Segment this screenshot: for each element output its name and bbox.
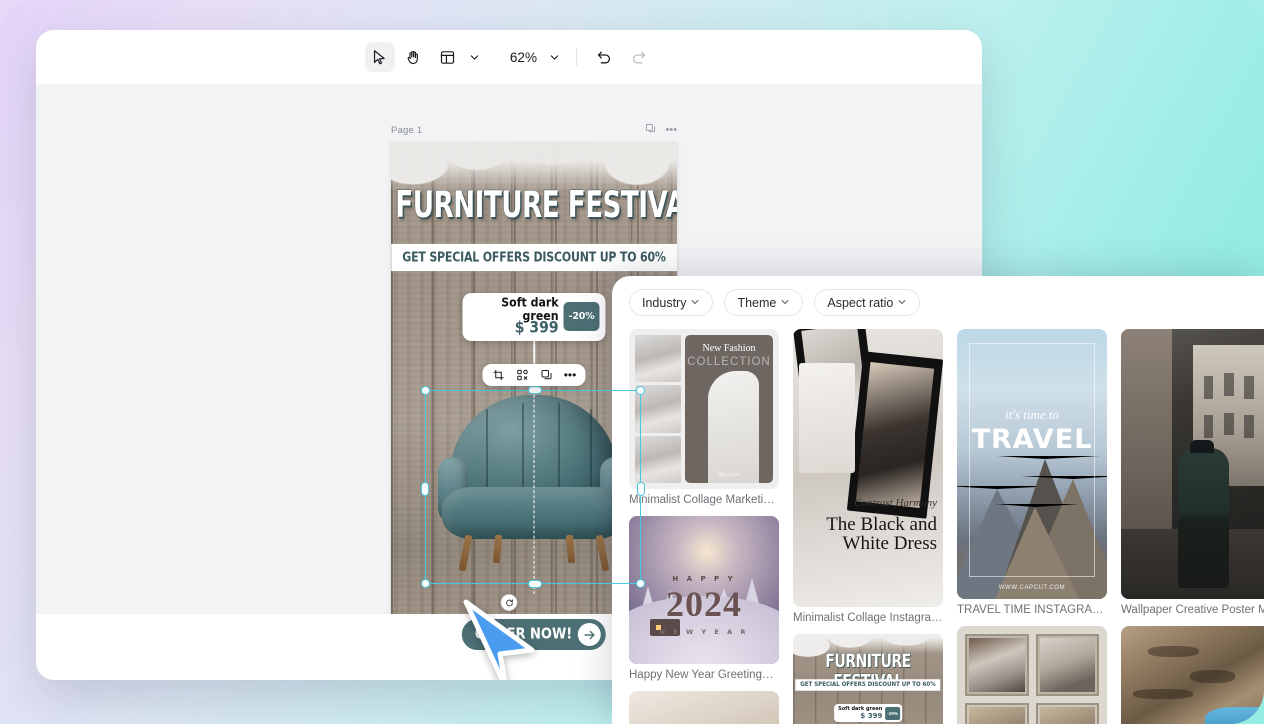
- resize-handle-top-right[interactable]: [636, 386, 645, 395]
- template-thumbnail-rock-cliff: [1121, 626, 1264, 724]
- template-caption: Minimalist Collage Marketin…: [629, 494, 779, 506]
- thumb-text-title: The Black and White Dress: [793, 515, 937, 554]
- hand-icon: [405, 49, 422, 66]
- page-more-options-icon[interactable]: •••: [665, 125, 677, 136]
- template-card[interactable]: Wallpaper Creative Poster M: [1121, 329, 1264, 616]
- template-caption: Wallpaper Creative Poster M: [1121, 604, 1264, 616]
- filter-industry[interactable]: Industry: [629, 289, 713, 316]
- filter-aspect-ratio[interactable]: Aspect ratio: [814, 289, 920, 316]
- template-card[interactable]: it's time to TRAVEL WWW.CAPCUT.COM TRAVE…: [957, 329, 1107, 616]
- discount-badge: -20%: [564, 302, 600, 331]
- remove-background-icon[interactable]: [516, 369, 529, 382]
- page-label: Page 1: [391, 125, 422, 136]
- thumb-text-newyear: N E W Y E A R: [629, 628, 779, 636]
- selection-bounding-box[interactable]: [425, 390, 641, 584]
- thumb-text-line1: New Fashion: [685, 343, 773, 354]
- template-card[interactable]: [629, 691, 779, 724]
- chevron-down-icon: [690, 296, 700, 310]
- filter-theme-label: Theme: [737, 296, 776, 310]
- template-thumbnail-street-photo: [1121, 329, 1264, 599]
- mouse-cursor: [460, 598, 538, 680]
- more-options-icon[interactable]: •••: [564, 369, 577, 382]
- template-caption: Happy New Year Greetings …: [629, 669, 779, 681]
- template-thumbnail-new-year: H A P P Y 2024 N E W Y E A R: [629, 516, 779, 664]
- templates-column: Contrast Harmony The Black and White Dre…: [793, 329, 943, 724]
- templates-panel: Industry Theme Aspect ratio: [612, 276, 1264, 724]
- app-backdrop: 62%: [0, 0, 1264, 724]
- thumb-text-title: TRAVEL: [957, 424, 1107, 455]
- resize-handle-bottom-left[interactable]: [421, 579, 430, 588]
- template-caption: Minimalist Collage Instagra…: [793, 612, 943, 624]
- resize-handle-top-center[interactable]: [528, 386, 542, 394]
- resize-handle-bottom-right[interactable]: [636, 579, 645, 588]
- select-tool-button[interactable]: [365, 42, 395, 72]
- filter-aspect-ratio-label: Aspect ratio: [827, 296, 893, 310]
- template-thumbnail-partial: [629, 691, 779, 724]
- redo-button[interactable]: [624, 42, 654, 72]
- hand-tool-button[interactable]: [399, 42, 429, 72]
- redo-icon: [630, 49, 647, 66]
- template-caption: TRAVEL TIME INSTAGRAM S…: [957, 604, 1107, 616]
- template-card[interactable]: [957, 626, 1107, 724]
- poster-title[interactable]: FURNITURE FESTIVAL: [395, 185, 672, 227]
- zoom-dropdown-chevron[interactable]: [547, 49, 563, 65]
- thumb-discount-badge: -20%: [885, 707, 900, 720]
- templates-column: it's time to TRAVEL WWW.CAPCUT.COM TRAVE…: [957, 329, 1107, 724]
- page-header: Page 1 •••: [391, 122, 677, 138]
- template-filters: Industry Theme Aspect ratio: [612, 276, 1264, 316]
- thumb-watermark: WWW.CAPCUT.COM: [957, 585, 1107, 591]
- poster-subtitle[interactable]: GET SPECIAL OFFERS DISCOUNT UP TO 60%: [391, 244, 677, 271]
- filter-industry-label: Industry: [642, 296, 686, 310]
- thumb-watermark: @capcut: [685, 472, 773, 478]
- layout-grid-icon: [439, 49, 456, 66]
- template-card[interactable]: [1121, 626, 1264, 724]
- duplicate-icon[interactable]: [540, 369, 553, 382]
- filter-theme[interactable]: Theme: [724, 289, 803, 316]
- editor-toolbar: 62%: [36, 30, 982, 84]
- cursor-arrow-icon: [371, 49, 388, 66]
- zoom-level[interactable]: 62%: [505, 50, 543, 65]
- resize-handle-middle-left[interactable]: [421, 482, 429, 496]
- toolbar-divider: [576, 48, 577, 66]
- thumb-text-subtitle: GET SPECIAL OFFERS DISCOUNT UP TO 60%: [795, 679, 940, 691]
- element-context-toolbar[interactable]: •••: [483, 364, 586, 386]
- templates-column: New Fashion COLLECTION @capcut Minimalis…: [629, 329, 779, 724]
- template-card[interactable]: FURNITURE FESTIVAL GET SPECIAL OFFERS DI…: [793, 634, 943, 724]
- resize-handle-bottom-center[interactable]: [528, 580, 542, 588]
- layout-dropdown-chevron[interactable]: [467, 49, 483, 65]
- template-card[interactable]: H A P P Y 2024 N E W Y E A R Happy New Y…: [629, 516, 779, 681]
- product-price: $ 399: [472, 320, 559, 336]
- layout-tool-button[interactable]: [433, 42, 463, 72]
- undo-button[interactable]: [590, 42, 620, 72]
- arrow-right-icon: [578, 623, 601, 646]
- chevron-down-icon: [897, 296, 907, 310]
- crop-icon[interactable]: [492, 369, 505, 382]
- duplicate-page-icon[interactable]: [645, 123, 656, 137]
- chevron-down-icon: [780, 296, 790, 310]
- undo-icon: [596, 49, 613, 66]
- templates-grid[interactable]: New Fashion COLLECTION @capcut Minimalis…: [629, 329, 1264, 724]
- thumb-text-year: 2024: [629, 583, 779, 625]
- template-thumbnail-interior-moodboard: [957, 626, 1107, 724]
- resize-handle-top-left[interactable]: [421, 386, 430, 395]
- template-thumbnail-black-white-dress: Contrast Harmony The Black and White Dre…: [793, 329, 943, 607]
- templates-column: Wallpaper Creative Poster M: [1121, 329, 1264, 724]
- thumb-text-script: it's time to: [957, 407, 1107, 423]
- template-card[interactable]: New Fashion COLLECTION @capcut Minimalis…: [629, 329, 779, 506]
- template-thumbnail-furniture-festival: FURNITURE FESTIVAL GET SPECIAL OFFERS DI…: [793, 634, 943, 724]
- resize-handle-middle-right[interactable]: [637, 482, 645, 496]
- template-thumbnail-travel: it's time to TRAVEL WWW.CAPCUT.COM: [957, 329, 1107, 599]
- thumb-product-price: $ 399: [838, 712, 882, 720]
- template-thumbnail-fashion-collage: New Fashion COLLECTION @capcut: [629, 329, 779, 489]
- thumb-text-line2: COLLECTION: [685, 356, 773, 368]
- thumb-text-script: Contrast Harmony: [793, 497, 937, 509]
- template-card[interactable]: Contrast Harmony The Black and White Dre…: [793, 329, 943, 624]
